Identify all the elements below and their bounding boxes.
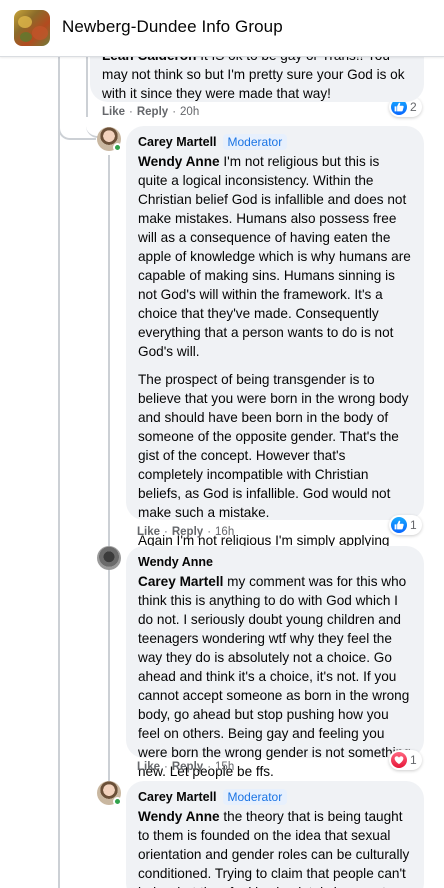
mention-link[interactable]: Wendy Anne xyxy=(138,154,220,169)
comment-actions: Like · Reply · 20h xyxy=(102,106,200,118)
thumbs-up-icon xyxy=(391,517,407,533)
reply-connector xyxy=(108,530,110,532)
heart-icon xyxy=(391,752,407,768)
group-name[interactable]: Newberg-Dundee Info Group xyxy=(62,17,283,37)
reply-link[interactable]: Reply xyxy=(172,526,203,538)
reply-link[interactable]: Reply xyxy=(137,106,168,118)
online-status-dot xyxy=(113,143,122,152)
comment-bubble: Carey Martell Moderator Wendy Anne I'm n… xyxy=(126,126,424,567)
group-header: Newberg-Dundee Info Group xyxy=(0,0,444,57)
reaction-summary[interactable]: 1 xyxy=(389,515,422,535)
comment-paragraph: I'm not religious but this is quite a lo… xyxy=(138,154,411,359)
like-link[interactable]: Like xyxy=(102,106,125,118)
comment-author[interactable]: Carey Martell xyxy=(138,135,217,149)
moderator-badge: Moderator xyxy=(222,789,288,805)
comment-bubble: Carey Martell Moderator Wendy Anne the t… xyxy=(126,781,424,888)
group-cover-thumbnail[interactable] xyxy=(14,10,50,46)
comment-bubble: Wendy Anne Carey Martell my comment was … xyxy=(126,546,424,779)
reaction-count: 1 xyxy=(410,518,417,532)
thread-line xyxy=(58,57,60,888)
reply-connector xyxy=(58,112,96,140)
reaction-count: 1 xyxy=(410,753,417,767)
thread-line xyxy=(108,155,110,795)
comment-paragraph: The prospect of being transgender is to … xyxy=(138,372,409,520)
comment-actions: Like · Reply · 16h xyxy=(137,526,235,538)
comment-text: my comment was for this who think this i… xyxy=(138,574,411,779)
mention-link[interactable]: Wendy Anne xyxy=(138,809,220,824)
mention-link[interactable]: Carey Martell xyxy=(138,574,223,589)
reply-link[interactable]: Reply xyxy=(172,761,203,773)
like-link[interactable]: Like xyxy=(137,761,160,773)
like-link[interactable]: Like xyxy=(137,526,160,538)
reaction-summary[interactable]: 1 xyxy=(389,750,422,770)
comment-author[interactable]: Wendy Anne xyxy=(138,555,213,569)
online-status-dot xyxy=(113,797,122,806)
comment-timestamp[interactable]: 20h xyxy=(180,106,199,118)
comment-actions: Like · Reply · 15h xyxy=(137,761,235,773)
comment-timestamp[interactable]: 16h xyxy=(215,526,234,538)
comment-author[interactable]: Carey Martell xyxy=(138,790,217,804)
moderator-badge: Moderator xyxy=(222,134,288,150)
comment-timestamp[interactable]: 15h xyxy=(215,761,234,773)
avatar[interactable] xyxy=(97,546,121,570)
